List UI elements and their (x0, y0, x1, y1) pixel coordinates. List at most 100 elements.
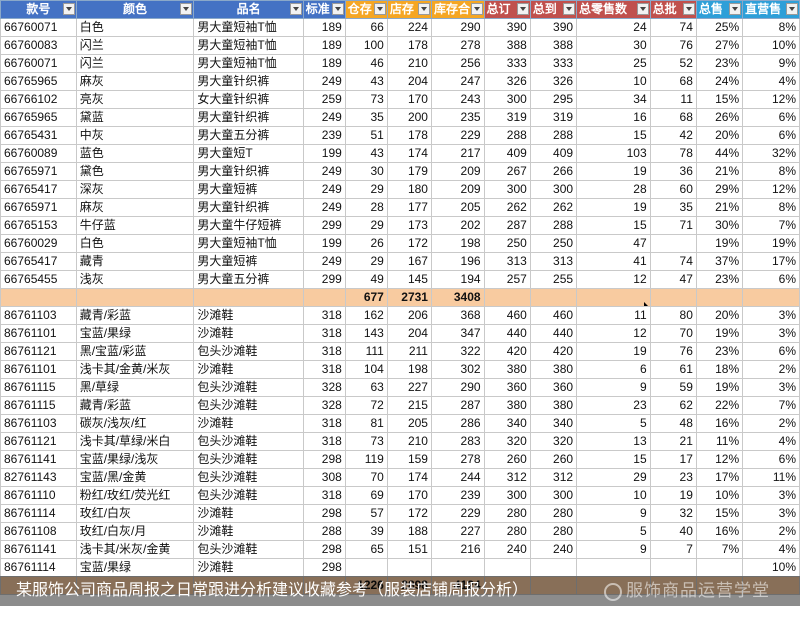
cell-product[interactable]: 包头沙滩鞋 (193, 450, 304, 469)
cell-total-order[interactable]: 250 (483, 234, 531, 253)
subtotal-store[interactable]: 2731 (386, 288, 432, 307)
cell-total-sell-rate[interactable]: 24% (695, 72, 744, 91)
cell-std-price[interactable]: 189 (302, 54, 346, 73)
cell-total-retail[interactable]: 5 (576, 522, 651, 541)
cell-store-stock[interactable]: 174 (386, 144, 432, 163)
cell-color[interactable]: 黛色 (75, 162, 195, 181)
cell-total-retail[interactable]: 29 (576, 468, 651, 487)
cell-warehouse-stock[interactable]: 46 (344, 54, 388, 73)
cell-store-stock[interactable]: 188 (386, 522, 432, 541)
cell-product[interactable]: 沙滩鞋 (193, 360, 304, 379)
cell-total-stock[interactable]: 368 (430, 306, 485, 325)
cell-total-retail[interactable]: 19 (576, 342, 651, 361)
subtotal-empty-cell[interactable] (302, 288, 346, 307)
cell-total-order[interactable]: 340 (483, 414, 531, 433)
cell-total-arrived[interactable]: 340 (529, 414, 578, 433)
cell-total-arrived[interactable]: 319 (529, 108, 578, 127)
cell-total-wholesale[interactable]: 59 (649, 378, 697, 397)
cell-warehouse-stock[interactable]: 104 (344, 360, 388, 379)
cell-total-order[interactable]: 380 (483, 396, 531, 415)
cell-total-order[interactable]: 313 (483, 252, 531, 271)
cell-total-stock[interactable]: 286 (430, 414, 485, 433)
cell-total-arrived[interactable]: 280 (529, 504, 578, 523)
cell-total-wholesale[interactable]: 19 (649, 486, 697, 505)
cell-total-sell-rate[interactable]: 16% (695, 522, 744, 541)
cell-total-order[interactable]: 440 (483, 324, 531, 343)
cell-color[interactable]: 藏青/彩蓝 (75, 306, 195, 325)
subtotal-empty-cell[interactable] (0, 288, 77, 307)
cell-std-price[interactable]: 249 (302, 252, 346, 271)
cell-sku[interactable]: 86761114 (0, 558, 77, 577)
col-total-retail-header[interactable]: 总零售数 (576, 0, 651, 19)
cell-std-price[interactable]: 199 (302, 144, 346, 163)
cell-total-sell-rate[interactable]: 15% (695, 90, 744, 109)
subtotal-empty-cell[interactable] (75, 288, 195, 307)
col-total-stock-header[interactable]: 库存合 (430, 0, 485, 19)
cell-store-stock[interactable]: 215 (386, 396, 432, 415)
cell-std-price[interactable]: 249 (302, 162, 346, 181)
cell-total-retail[interactable]: 9 (576, 540, 651, 559)
cell-sku[interactable]: 86761121 (0, 432, 77, 451)
cell-total-wholesale[interactable] (649, 558, 697, 577)
cell-product[interactable]: 包头沙滩鞋 (193, 342, 304, 361)
cell-store-stock[interactable]: 151 (386, 540, 432, 559)
cell-total-arrived[interactable]: 288 (529, 216, 578, 235)
cell-total-wholesale[interactable]: 71 (649, 216, 697, 235)
cell-total-wholesale[interactable]: 17 (649, 450, 697, 469)
subtotal-warehouse[interactable]: 677 (344, 288, 388, 307)
cell-total-wholesale[interactable]: 80 (649, 306, 697, 325)
cell-total-sell-rate[interactable]: 29% (695, 180, 744, 199)
cell-product[interactable]: 男大童针织裤 (193, 72, 304, 91)
cell-color[interactable]: 浅卡其/金黄/米灰 (75, 360, 195, 379)
col-direct-sell-rate-header[interactable]: 直营售 (742, 0, 800, 19)
cell-store-stock[interactable]: 204 (386, 72, 432, 91)
cell-sku[interactable]: 86761101 (0, 324, 77, 343)
cell-warehouse-stock[interactable]: 29 (344, 252, 388, 271)
cell-store-stock[interactable]: 167 (386, 252, 432, 271)
cell-product[interactable]: 沙滩鞋 (193, 558, 304, 577)
filter-dropdown-icon[interactable] (729, 3, 742, 15)
cell-direct-sell-rate[interactable]: 3% (742, 306, 800, 325)
col-total-order-header[interactable]: 总订 (483, 0, 531, 19)
cell-total-order[interactable]: 300 (483, 90, 531, 109)
cell-total-sell-rate[interactable]: 21% (695, 162, 744, 181)
cell-warehouse-stock[interactable]: 162 (344, 306, 388, 325)
cell-total-order[interactable]: 267 (483, 162, 531, 181)
cell-std-price[interactable]: 249 (302, 72, 346, 91)
cell-product[interactable]: 男大童针织裤 (193, 162, 304, 181)
cell-total-retail[interactable]: 19 (576, 198, 651, 217)
cell-sku[interactable]: 86761141 (0, 450, 77, 469)
cell-product[interactable]: 男大童牛仔短裤 (193, 216, 304, 235)
cell-product[interactable]: 男大童短裤 (193, 180, 304, 199)
filter-dropdown-icon[interactable] (786, 3, 798, 15)
cell-total-retail[interactable]: 15 (576, 216, 651, 235)
cell-total-stock[interactable]: 217 (430, 144, 485, 163)
cell-total-retail[interactable]: 41 (576, 252, 651, 271)
cell-total-stock[interactable]: 290 (430, 18, 485, 37)
cell-warehouse-stock[interactable]: 119 (344, 450, 388, 469)
filter-dropdown-icon[interactable] (470, 3, 483, 15)
cell-warehouse-stock[interactable]: 65 (344, 540, 388, 559)
cell-warehouse-stock[interactable]: 69 (344, 486, 388, 505)
cell-total-arrived[interactable]: 312 (529, 468, 578, 487)
cell-sku[interactable]: 66760089 (0, 144, 77, 163)
cell-total-stock[interactable]: 196 (430, 252, 485, 271)
cell-std-price[interactable]: 298 (302, 558, 346, 577)
cell-sku[interactable]: 86761103 (0, 306, 77, 325)
cell-std-price[interactable]: 189 (302, 18, 346, 37)
cell-std-price[interactable]: 318 (302, 306, 346, 325)
cell-total-sell-rate[interactable]: 23% (695, 342, 744, 361)
cell-total-wholesale[interactable]: 74 (649, 18, 697, 37)
cell-store-stock[interactable]: 204 (386, 324, 432, 343)
filter-dropdown-icon[interactable] (62, 3, 75, 15)
cell-warehouse-stock[interactable]: 30 (344, 162, 388, 181)
cell-sku[interactable]: 66765431 (0, 126, 77, 145)
cell-sku[interactable]: 86761110 (0, 486, 77, 505)
filter-dropdown-icon[interactable] (682, 3, 695, 15)
cell-store-stock[interactable]: 172 (386, 504, 432, 523)
cell-total-stock[interactable]: 247 (430, 72, 485, 91)
cell-total-order[interactable]: 312 (483, 468, 531, 487)
cell-total-order[interactable]: 260 (483, 450, 531, 469)
cell-total-stock[interactable]: 205 (430, 198, 485, 217)
cell-product[interactable]: 男大童短袖T恤 (193, 18, 304, 37)
